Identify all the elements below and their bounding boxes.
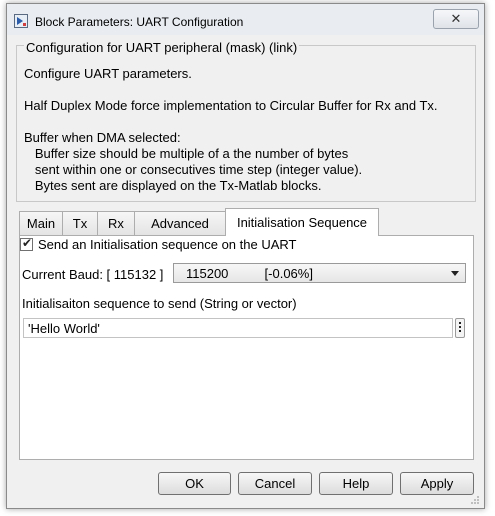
- close-button[interactable]: ✕: [433, 9, 479, 29]
- checkmark-icon: ✔: [22, 236, 33, 250]
- ok-button[interactable]: OK: [158, 472, 231, 495]
- description-line: Bytes sent are displayed on the Tx-Matla…: [24, 178, 322, 193]
- description-line: Configure UART parameters.: [24, 66, 192, 81]
- more-options-icon: [459, 322, 461, 334]
- sequence-label: Initialisaiton sequence to send (String …: [22, 296, 297, 311]
- description-line: Buffer size should be multiple of a the …: [24, 146, 349, 161]
- tab-tx[interactable]: Tx: [62, 211, 98, 235]
- description-line: Buffer when DMA selected:: [24, 130, 181, 145]
- chevron-down-icon: [451, 271, 459, 276]
- apply-button[interactable]: Apply: [400, 472, 474, 495]
- title-bar[interactable]: Block Parameters: UART Configuration ✕: [7, 4, 484, 35]
- tab-advanced[interactable]: Advanced: [134, 211, 226, 235]
- description-line: Half Duplex Mode force implementation to…: [24, 98, 438, 113]
- description-line: sent within one or consecutives time ste…: [24, 162, 363, 177]
- simulink-block-icon: [14, 14, 28, 28]
- description-legend[interactable]: Configuration for UART peripheral (mask)…: [24, 40, 300, 55]
- send-init-sequence-label: Send an Initialisation sequence on the U…: [38, 237, 297, 252]
- close-icon: ✕: [450, 11, 462, 26]
- sequence-input[interactable]: [23, 318, 453, 338]
- resize-grip-icon[interactable]: [470, 495, 480, 505]
- current-baud-label: Current Baud: [ 115132 ]: [22, 267, 164, 282]
- cancel-button[interactable]: Cancel: [238, 472, 312, 495]
- more-options-button[interactable]: [455, 318, 465, 338]
- baud-rate-select[interactable]: 115200 [-0.06%]: [173, 263, 466, 283]
- baud-rate-value: 115200 [-0.06%]: [186, 266, 313, 281]
- tab-initialisation-sequence[interactable]: Initialisation Sequence: [225, 208, 379, 236]
- help-button[interactable]: Help: [319, 472, 393, 495]
- tab-rx[interactable]: Rx: [97, 211, 135, 235]
- send-init-sequence-checkbox[interactable]: ✔: [20, 236, 33, 251]
- window-title: Block Parameters: UART Configuration: [35, 15, 244, 29]
- tab-main[interactable]: Main: [19, 211, 63, 235]
